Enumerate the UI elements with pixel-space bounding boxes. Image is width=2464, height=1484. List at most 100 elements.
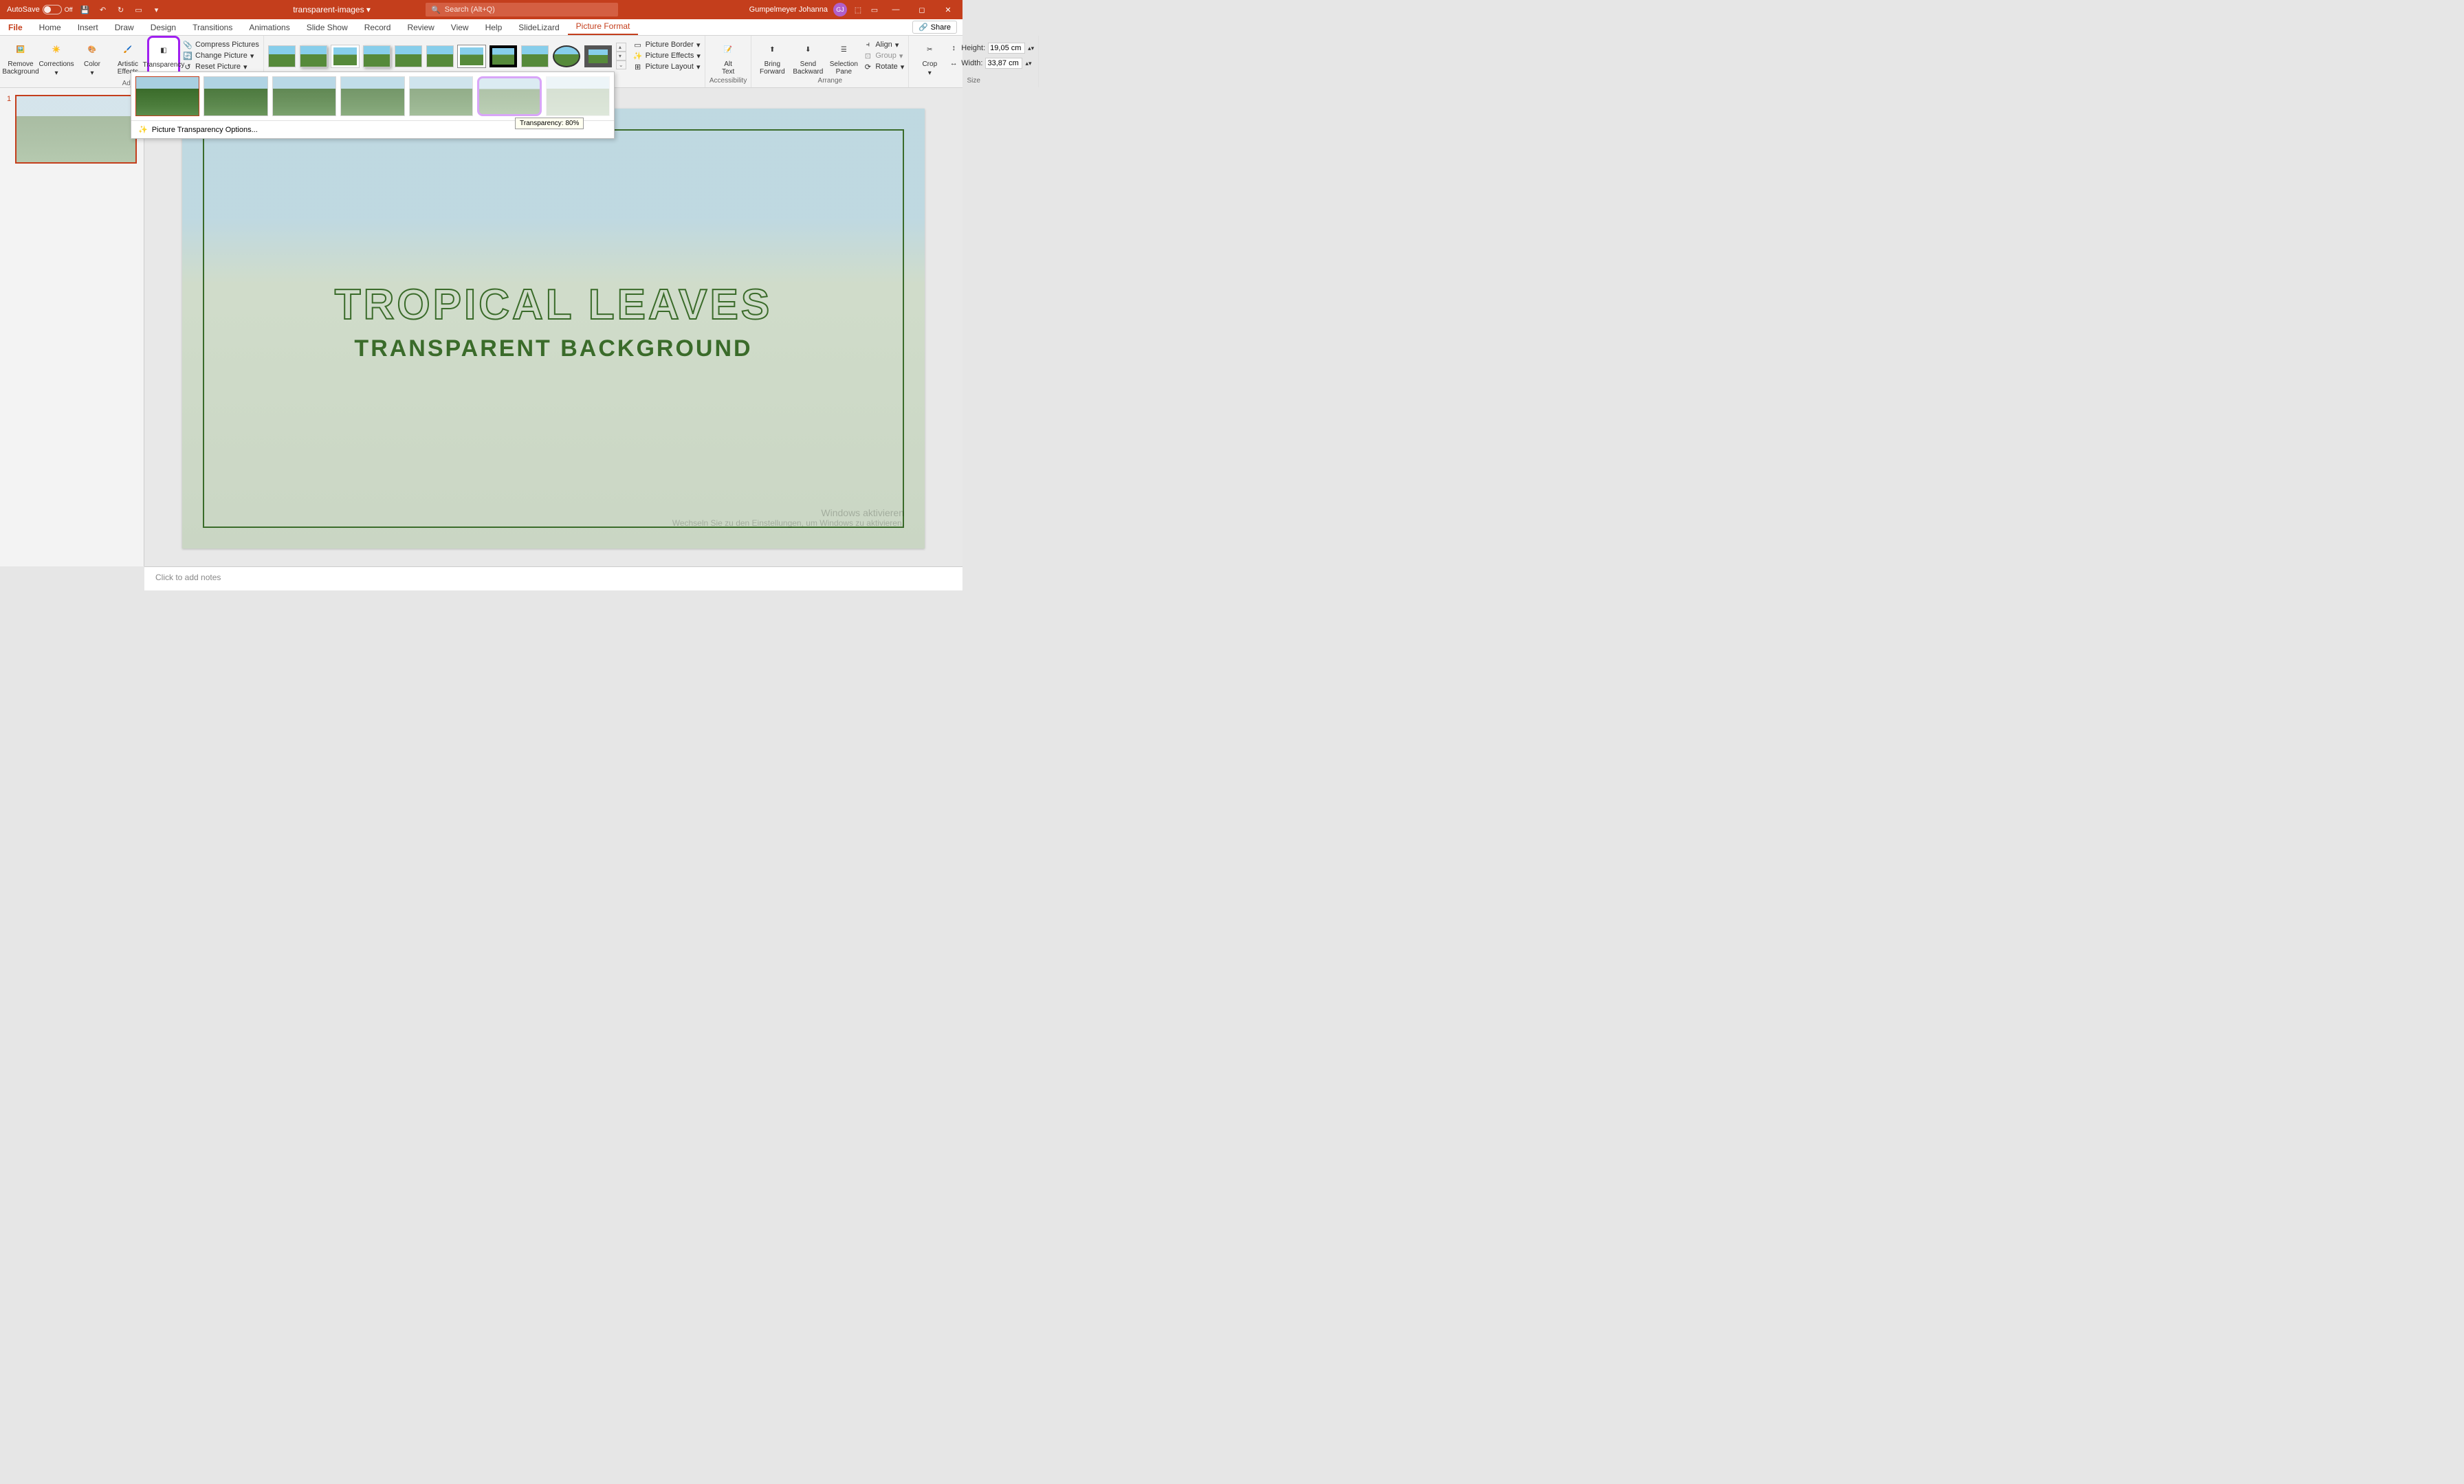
height-input[interactable]	[988, 43, 1025, 54]
color-icon: 🎨	[82, 40, 102, 59]
redo-icon[interactable]: ↻	[116, 4, 126, 15]
avatar[interactable]: GJ	[833, 3, 847, 16]
transparency-icon: ◧	[154, 41, 173, 60]
bring-forward-button[interactable]: ⬆Bring Forward	[756, 37, 789, 76]
reset-icon: ↺	[183, 62, 192, 71]
height-icon: ↕	[949, 43, 958, 53]
share-button[interactable]: 🔗 Share	[912, 21, 957, 34]
width-field[interactable]: ↔Width: ▴▾	[949, 58, 1034, 69]
style-thumb[interactable]	[300, 45, 327, 67]
color-button[interactable]: 🎨 Color▾	[76, 37, 109, 77]
transparency-preset-4[interactable]	[409, 76, 473, 116]
crop-button[interactable]: ✂Crop▾	[913, 37, 946, 77]
transparency-preset-0[interactable]	[135, 76, 199, 116]
from-beginning-icon[interactable]: ▭	[133, 4, 144, 15]
artistic-effects-button[interactable]: 🖌️ Artistic Effects	[111, 37, 144, 76]
user-name[interactable]: Gumpelmeyer Johanna	[749, 5, 828, 14]
transparency-preset-2[interactable]	[272, 76, 336, 116]
reset-picture-button[interactable]: ↺Reset Picture ▾	[183, 62, 259, 71]
group-icon: ⊡	[863, 51, 872, 60]
tab-insert[interactable]: Insert	[69, 20, 107, 35]
save-icon[interactable]: 💾	[80, 4, 91, 15]
style-thumb[interactable]	[584, 45, 612, 67]
picture-layout-button[interactable]: ⊞Picture Layout ▾	[633, 62, 701, 71]
tab-review[interactable]: Review	[399, 20, 442, 35]
transparency-preset-3[interactable]	[340, 76, 404, 116]
slide-title[interactable]: TROPICAL LEAVES	[182, 280, 925, 329]
picture-effects-button[interactable]: ✨Picture Effects ▾	[633, 51, 701, 60]
compress-pictures-button[interactable]: 📎Compress Pictures	[183, 40, 259, 49]
style-thumb[interactable]	[458, 45, 485, 67]
remove-background-button[interactable]: 🖼️ Remove Background	[4, 37, 37, 76]
close-button[interactable]: ✕	[938, 0, 958, 19]
group-button[interactable]: ⊡Group ▾	[863, 51, 904, 60]
tab-transitions[interactable]: Transitions	[184, 20, 241, 35]
title-bar: AutoSave Off 💾 ↶ ↻ ▭ ▾ transparent-image…	[0, 0, 962, 19]
slide-thumbnail[interactable]	[15, 95, 137, 164]
send-backward-button[interactable]: ⬇Send Backward	[791, 37, 824, 76]
slide[interactable]: TROPICAL LEAVES TRANSPARENT BACKGROUND W…	[182, 109, 925, 549]
change-icon: 🔄	[183, 51, 192, 60]
corrections-button[interactable]: ☀️ Corrections▾	[40, 37, 73, 77]
tab-design[interactable]: Design	[142, 20, 184, 35]
align-icon: ⫞	[863, 40, 872, 49]
style-thumb[interactable]	[553, 45, 580, 67]
slide-canvas[interactable]: TROPICAL LEAVES TRANSPARENT BACKGROUND W…	[144, 88, 962, 566]
tab-animations[interactable]: Animations	[241, 20, 298, 35]
picture-styles-gallery[interactable]: ▴▾⌄	[268, 37, 626, 69]
picture-border-button[interactable]: ▭Picture Border ▾	[633, 40, 701, 49]
search-input[interactable]: 🔍 Search (Alt+Q)	[426, 3, 618, 16]
windows-watermark: Windows aktivieren Wechseln Sie zu den E…	[672, 507, 904, 528]
notes-pane[interactable]: Click to add notes	[144, 566, 962, 590]
height-field[interactable]: ↕Height: ▴▾	[949, 43, 1034, 54]
transparency-preset-6[interactable]	[546, 76, 610, 116]
tab-slideshow[interactable]: Slide Show	[298, 20, 356, 35]
backward-icon: ⬇	[798, 40, 817, 59]
tab-picture-format[interactable]: Picture Format	[568, 19, 639, 35]
slide-subtitle[interactable]: TRANSPARENT BACKGROUND	[182, 335, 925, 362]
transparency-preset-1[interactable]	[204, 76, 267, 116]
style-thumb[interactable]	[363, 45, 390, 67]
share-icon: 🔗	[918, 23, 928, 32]
crop-icon: ✂	[920, 40, 939, 59]
tab-draw[interactable]: Draw	[107, 20, 142, 35]
width-input[interactable]	[985, 58, 1022, 69]
window-mode-icon[interactable]: ▭	[869, 4, 880, 15]
minimize-button[interactable]: —	[886, 0, 906, 19]
group-label-arrange: Arrange	[818, 77, 843, 86]
style-thumb[interactable]	[426, 45, 454, 67]
selection-icon: ☰	[834, 40, 853, 59]
transparency-preset-5[interactable]	[477, 76, 541, 116]
tab-help[interactable]: Help	[477, 20, 511, 35]
ribbon-tabs: File Home Insert Draw Design Transitions…	[0, 19, 962, 36]
rotate-button[interactable]: ⟳Rotate ▾	[863, 62, 904, 71]
undo-icon[interactable]: ↶	[98, 4, 109, 15]
compress-icon: 📎	[183, 40, 192, 49]
wand-icon: ✨	[138, 125, 148, 134]
style-thumb[interactable]	[521, 45, 549, 67]
autosave-toggle[interactable]: AutoSave Off	[7, 5, 73, 14]
style-thumb[interactable]	[490, 45, 517, 67]
ribbon-display-icon[interactable]: ⬚	[852, 4, 864, 15]
align-button[interactable]: ⫞Align ▾	[863, 40, 904, 49]
change-picture-button[interactable]: 🔄Change Picture ▾	[183, 51, 259, 60]
qat-more-icon[interactable]: ▾	[151, 4, 162, 15]
style-thumb[interactable]	[395, 45, 422, 67]
style-thumb[interactable]	[268, 45, 296, 67]
tab-home[interactable]: Home	[31, 20, 69, 35]
alt-text-button[interactable]: 📝 Alt Text	[712, 37, 745, 76]
tab-file[interactable]: File	[0, 20, 31, 35]
style-thumb[interactable]	[331, 45, 359, 67]
forward-icon: ⬆	[762, 40, 782, 59]
tab-record[interactable]: Record	[356, 20, 399, 35]
remove-bg-icon: 🖼️	[11, 40, 30, 59]
tab-slidelizard[interactable]: SlideLizard	[510, 20, 567, 35]
selection-pane-button[interactable]: ☰Selection Pane	[827, 37, 860, 76]
autosave-label: AutoSave	[7, 5, 40, 14]
alt-text-icon: 📝	[718, 40, 738, 59]
gallery-more-button[interactable]: ▴▾⌄	[616, 43, 626, 69]
tab-view[interactable]: View	[443, 20, 477, 35]
document-title[interactable]: transparent-images ▾	[293, 5, 371, 14]
search-placeholder: Search (Alt+Q)	[445, 5, 495, 14]
maximize-button[interactable]: ◻	[912, 0, 932, 19]
